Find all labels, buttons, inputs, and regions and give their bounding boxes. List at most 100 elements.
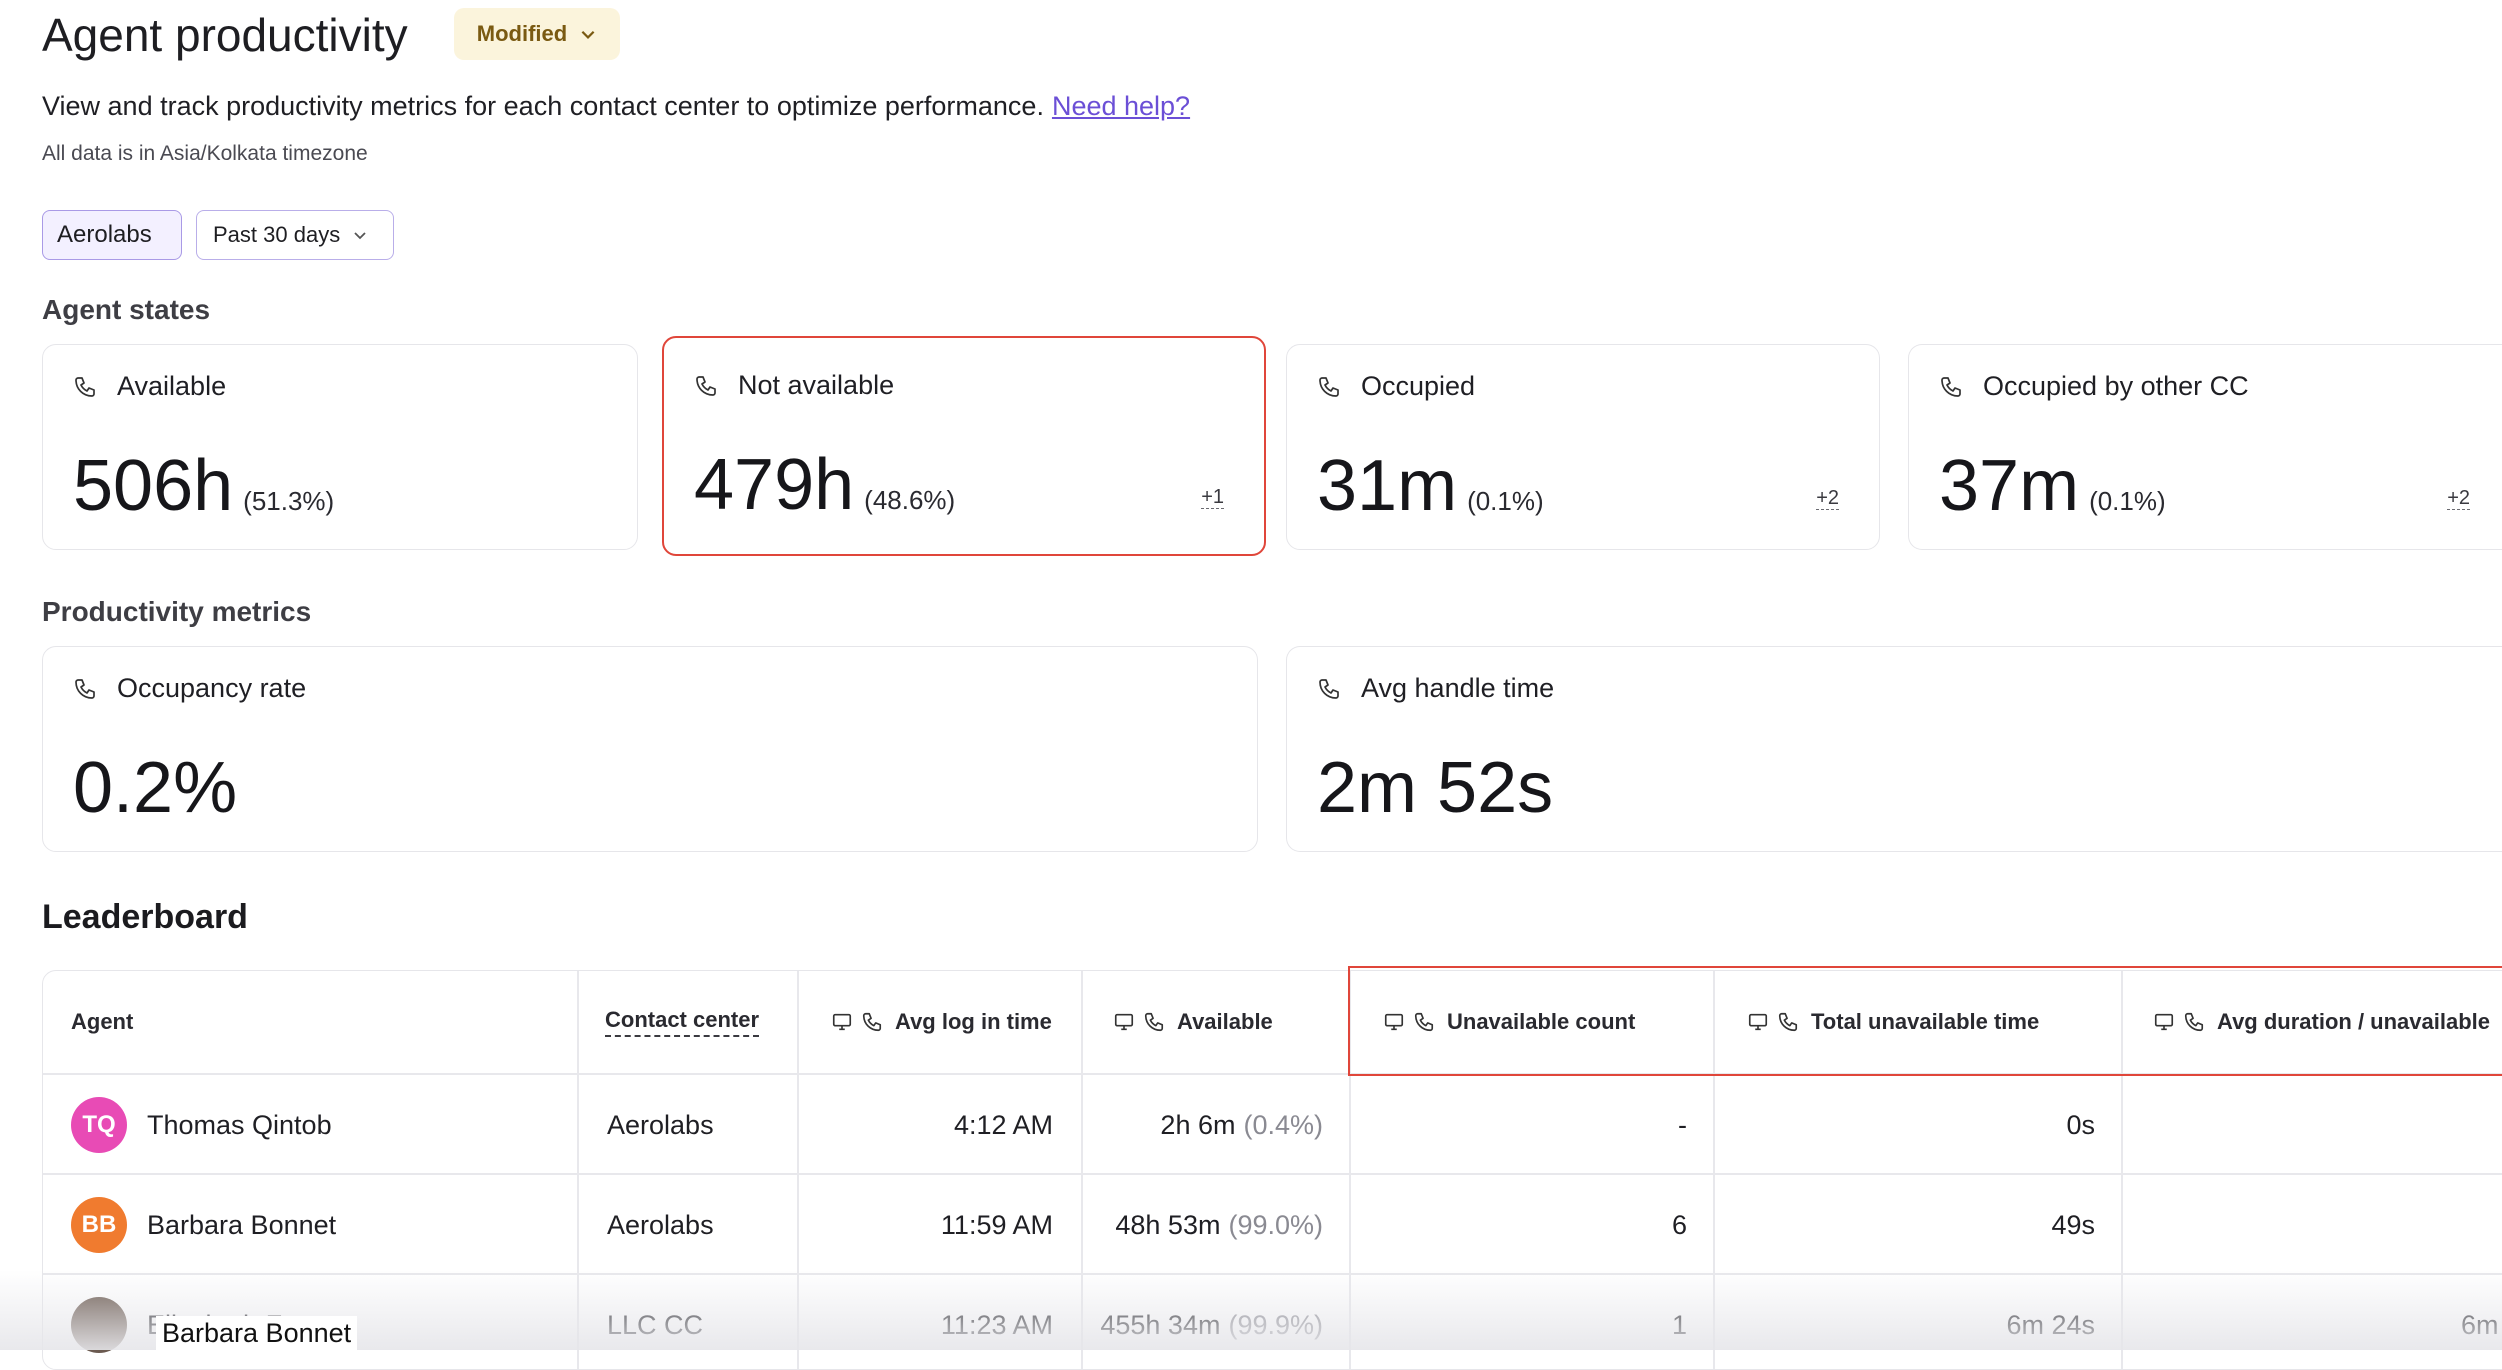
card-label: Occupied: [1361, 371, 1476, 401]
card-value-row: 31m (0.1%): [1317, 445, 1544, 527]
page-title: Agent productivity: [42, 9, 408, 61]
table-cell-contact-center: Aerolabs: [607, 1109, 714, 1140]
card-value: 37m: [1939, 446, 2080, 526]
leaderboard-title: Leaderboard: [42, 898, 248, 936]
card-header: Not available: [694, 370, 894, 401]
badge-label: Modified: [476, 21, 568, 46]
column-header-label: Contact center: [605, 1007, 760, 1037]
table-cell-avg-duration: [2123, 1075, 2502, 1175]
table-cell-unavailable-count: 1: [1671, 1309, 1687, 1340]
card-header: Occupied: [1317, 371, 1475, 402]
page-description: View and track productivity metrics for …: [42, 88, 1190, 124]
agent-name-tooltip: Barbara Bonnet: [156, 1316, 358, 1350]
avatar: TQ: [71, 1097, 127, 1153]
column-header-label: Avg log in time: [895, 1009, 1052, 1034]
card-label: Occupied by other CC: [1983, 371, 2249, 401]
more-states-link[interactable]: +1: [1201, 486, 1224, 509]
card-value: 506h: [73, 446, 234, 526]
description-text: View and track productivity metrics for …: [42, 91, 1044, 121]
card-percent: (0.1%): [2089, 486, 2166, 516]
card-header: Avg handle time: [1317, 673, 1554, 704]
card-label: Available: [117, 371, 227, 401]
column-header-avg-login-time[interactable]: Avg log in time: [831, 971, 1091, 1073]
column-header-agent[interactable]: Agent: [71, 971, 571, 1073]
date-range-filter[interactable]: Past 30 days: [196, 210, 394, 260]
chevron-down-icon: [354, 232, 366, 240]
more-states-link[interactable]: +2: [2447, 487, 2470, 510]
phone-icon: [75, 376, 95, 397]
available-value: 48h 53m: [1115, 1209, 1221, 1240]
table-cell-contact-center: LLC CC: [607, 1309, 704, 1340]
productivity-metrics-title: Productivity metrics: [42, 596, 312, 627]
available-percent: (99.9%): [1228, 1309, 1323, 1340]
card-value: 479h: [694, 445, 855, 525]
table-cell-total-unavailable: 0s: [2066, 1109, 2095, 1140]
phone-icon: [1319, 678, 1339, 699]
table-cell-avg-duration: [2123, 1175, 2502, 1275]
column-header-label: Agent: [71, 1009, 134, 1034]
table-cell-login-time: 11:23 AM: [940, 1309, 1053, 1340]
monitor-icon: [1114, 1013, 1134, 1031]
card-percent: (0.1%): [1467, 486, 1544, 516]
agent-states-title: Agent states: [42, 294, 211, 325]
table-cell-unavailable-count: -: [1678, 1109, 1687, 1140]
card-value-row: 506h (51.3%): [73, 445, 334, 527]
card-percent: (51.3%): [243, 486, 335, 516]
need-help-link[interactable]: Need help?: [1052, 91, 1190, 121]
table-cell-unavailable-count: 6: [1671, 1209, 1687, 1240]
card-value: 0.2%: [73, 748, 238, 828]
agent-name: Thomas Qintob: [147, 1109, 332, 1140]
modified-badge[interactable]: Modified: [454, 8, 620, 60]
available-percent: (99.0%): [1228, 1209, 1323, 1240]
table-cell-login-time: 11:59 AM: [940, 1209, 1053, 1240]
card-value-row: 479h (48.6%): [694, 444, 955, 526]
table-cell-total-unavailable: 6m 24s: [2006, 1309, 2095, 1340]
phone-icon: [1941, 376, 1961, 397]
phone-icon: [75, 678, 95, 699]
table-row-agent[interactable]: BB Barbara Bonnet: [71, 1175, 571, 1275]
agent-name: Barbara Bonnet: [147, 1209, 337, 1240]
column-header-available[interactable]: Available: [1113, 971, 1353, 1073]
available-value: 2h 6m: [1160, 1109, 1236, 1140]
avatar: [71, 1297, 127, 1353]
column-header-label: Available: [1177, 1009, 1273, 1034]
card-label: Not available: [738, 370, 895, 400]
avatar: BB: [71, 1197, 127, 1253]
phone-icon: [1144, 1012, 1164, 1032]
card-value-row: 37m (0.1%): [1939, 445, 2166, 527]
table-cell-available: 2h 6m (0.4%): [1083, 1075, 1323, 1175]
phone-icon: [862, 1012, 882, 1032]
available-value: 455h 34m: [1100, 1309, 1221, 1340]
timezone-note: All data is in Asia/Kolkata timezone: [42, 142, 368, 165]
channel-icons: [1113, 1011, 1169, 1033]
filter-label: Past 30 days: [213, 222, 341, 247]
card-header: Occupied by other CC: [1939, 371, 2249, 402]
table-cell-login-time: 4:12 AM: [953, 1109, 1053, 1140]
card-occupancy-rate: Occupancy rate 0.2%: [42, 646, 1258, 852]
card-label: Avg handle time: [1361, 673, 1555, 703]
contact-center-filter[interactable]: Aerolabs: [42, 210, 182, 260]
table-cell-available: 48h 53m (99.0%): [1083, 1175, 1323, 1275]
more-states-link[interactable]: +2: [1816, 487, 1839, 510]
channel-icons: [831, 1011, 887, 1033]
column-divider: [577, 971, 579, 1369]
phone-icon: [1319, 376, 1339, 397]
card-percent: (48.6%): [864, 485, 956, 515]
card-header: Available: [73, 371, 226, 402]
chevron-down-icon: [581, 30, 595, 39]
column-header-contact-center[interactable]: Contact center: [605, 971, 795, 1073]
card-available: Available 506h (51.3%): [42, 344, 638, 550]
table-row-agent[interactable]: TQ Thomas Qintob: [71, 1075, 571, 1175]
card-not-available: Not available 479h (48.6%) +1: [662, 336, 1266, 556]
card-value: 2m 52s: [1317, 748, 1554, 828]
table-cell-available: 455h 34m (99.9%): [1083, 1275, 1323, 1369]
card-value-row: 2m 52s: [1317, 747, 1553, 829]
card-occupied-other-cc: Occupied by other CC 37m (0.1%) +2: [1908, 344, 2502, 550]
table-cell-total-unavailable: 49s: [2051, 1209, 2095, 1240]
column-highlight-box: [1348, 966, 2502, 1076]
phone-icon: [696, 375, 716, 396]
card-value: 31m: [1317, 446, 1458, 526]
filter-label: Aerolabs: [57, 221, 152, 248]
table-cell-avg-duration: 6m 2: [2460, 1309, 2502, 1340]
card-header: Occupancy rate: [73, 673, 306, 704]
